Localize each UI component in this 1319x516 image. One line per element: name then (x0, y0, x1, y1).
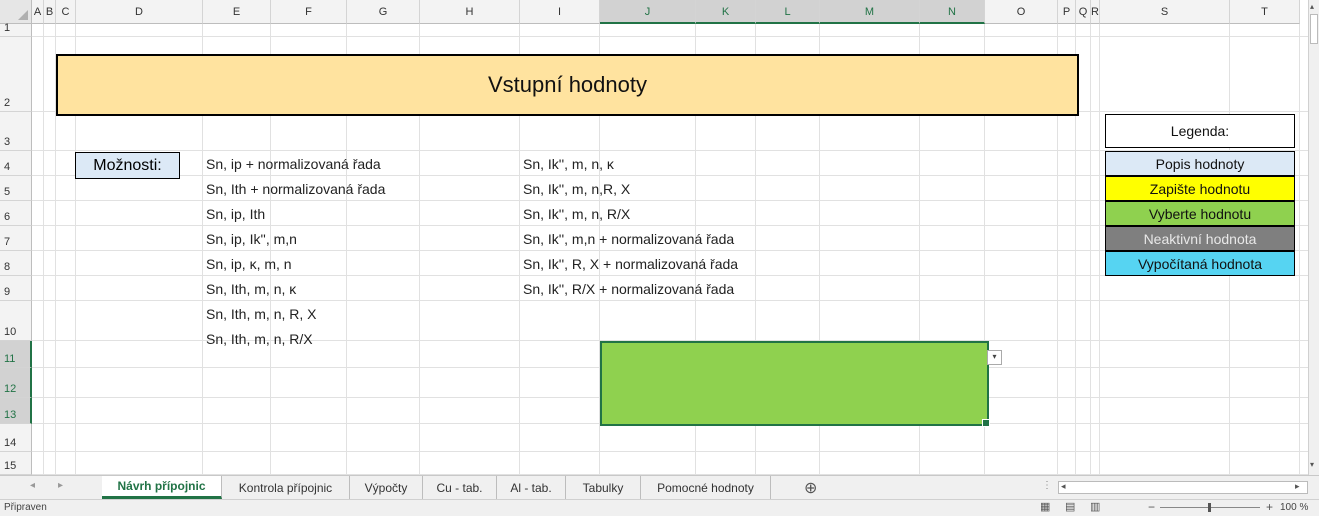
row-header-7[interactable]: 7 (0, 226, 32, 251)
column-header-l[interactable]: L (756, 0, 820, 24)
option-left-4[interactable]: Sn, ip, Ik'', m,n (206, 230, 297, 248)
sheet-tab[interactable]: Cu - tab. (423, 476, 497, 499)
sheet-tab[interactable]: Kontrola přípojnic (222, 476, 350, 499)
normal-view-icon[interactable]: ▦ (1040, 500, 1050, 513)
option-select-cell[interactable] (600, 341, 989, 426)
horizontal-scrollbar[interactable]: ◂ ▸ (1058, 481, 1308, 494)
column-header-s[interactable]: S (1100, 0, 1230, 24)
column-header-c[interactable]: C (56, 0, 76, 24)
row-header-12[interactable]: 12 (0, 368, 32, 398)
column-header-q[interactable]: Q (1076, 0, 1091, 24)
row-header-9[interactable]: 9 (0, 276, 32, 301)
page-break-view-icon[interactable]: ▥ (1090, 500, 1100, 513)
zoom-out-icon[interactable]: − (1148, 500, 1155, 514)
legend-item: Neaktivní hodnota (1105, 226, 1295, 251)
sheet-tab[interactable]: Tabulky (566, 476, 641, 499)
sheet-tab[interactable]: Návrh přípojnic (102, 476, 222, 499)
row-header-11[interactable]: 11 (0, 341, 32, 368)
hscroll-right-icon[interactable]: ▸ (1295, 481, 1300, 492)
column-header-g[interactable]: G (347, 0, 420, 24)
column-header-b[interactable]: B (44, 0, 56, 24)
add-sheet-icon[interactable]: ⊕ (804, 478, 817, 498)
column-header-h[interactable]: H (420, 0, 520, 24)
column-header-n[interactable]: N (920, 0, 985, 24)
sheet-tab[interactable]: Pomocné hodnoty (641, 476, 771, 499)
vscroll-up-icon[interactable]: ▴ (1310, 2, 1314, 11)
gridline-horizontal (32, 36, 1308, 37)
select-all-corner[interactable] (0, 0, 32, 24)
fill-handle[interactable] (982, 419, 990, 427)
sheet-tab-bar: ◂ ▸ Návrh přípojnic Kontrola přípojnic Výp… (0, 475, 1319, 499)
column-header-e[interactable]: E (203, 0, 271, 24)
legend-item: Vypočítaná hodnota (1105, 251, 1295, 276)
row-header-4[interactable]: 4 (0, 151, 32, 176)
option-left-6[interactable]: Sn, Ith, m, n, κ (206, 280, 296, 298)
option-left-2[interactable]: Sn, Ith + normalizovaná řada (206, 180, 385, 198)
vscroll-down-icon[interactable]: ▾ (1310, 460, 1314, 469)
option-left-7[interactable]: Sn, Ith, m, n, R, X (206, 305, 316, 323)
worksheet-grid[interactable]: A B C D E F G H I J K L M N O P Q R S T 1 2 3 4 5 6 7 8 9 10 11 12 13 14 1… (0, 0, 1319, 475)
option-right-6[interactable]: Sn, Ik'', R/X + normalizovaná řada (523, 280, 734, 298)
row-header-13[interactable]: 13 (0, 398, 32, 424)
option-left-1[interactable]: Sn, ip + normalizovaná řada (206, 155, 381, 173)
legend-title: Legenda: (1105, 114, 1295, 148)
moznosti-label: Možnosti: (75, 152, 180, 179)
zoom-slider-thumb[interactable] (1208, 503, 1211, 512)
column-header-j[interactable]: J (600, 0, 696, 24)
column-header-i[interactable]: I (520, 0, 600, 24)
option-right-2[interactable]: Sn, Ik'', m, n,R, X (523, 180, 630, 198)
row-header-5[interactable]: 5 (0, 176, 32, 201)
row-header-14[interactable]: 14 (0, 424, 32, 452)
sheet-tab[interactable]: Al - tab. (497, 476, 566, 499)
legend-item: Popis hodnoty (1105, 151, 1295, 176)
zoom-in-icon[interactable]: + (1266, 500, 1273, 514)
page-layout-view-icon[interactable]: ▤ (1065, 500, 1075, 513)
status-bar: Připraven ▦ ▤ ▥ − + 100 % (0, 499, 1319, 516)
zoom-slider[interactable] (1160, 503, 1260, 512)
column-header-m[interactable]: M (820, 0, 920, 24)
row-header-10[interactable]: 10 (0, 301, 32, 341)
vscroll-thumb[interactable] (1310, 14, 1318, 44)
option-left-5[interactable]: Sn, ip, κ, m, n (206, 255, 292, 273)
option-right-4[interactable]: Sn, Ik'', m,n + normalizovaná řada (523, 230, 734, 248)
title-banner: Vstupní hodnoty (56, 54, 1079, 116)
tab-scroll-right-icon[interactable]: ▸ (58, 480, 63, 491)
legend-item: Vyberte hodnotu (1105, 201, 1295, 226)
gridline-horizontal (32, 451, 1308, 452)
column-header-o[interactable]: O (985, 0, 1058, 24)
row-header-1[interactable]: 1 (0, 22, 32, 37)
option-left-3[interactable]: Sn, ip, Ith (206, 205, 265, 223)
option-right-5[interactable]: Sn, Ik'', R, X + normalizovaná řada (523, 255, 738, 273)
hscroll-split-icon[interactable]: ⋮ (1042, 480, 1052, 491)
row-header-3[interactable]: 3 (0, 112, 32, 151)
option-right-3[interactable]: Sn, Ik'', m, n, R/X (523, 205, 630, 223)
row-header-8[interactable]: 8 (0, 251, 32, 276)
row-header-15[interactable]: 15 (0, 452, 32, 475)
tab-scroll-left-icon[interactable]: ◂ (30, 480, 35, 491)
chevron-down-icon[interactable]: ▾ (987, 350, 1002, 365)
column-header-r[interactable]: R (1091, 0, 1100, 24)
option-right-1[interactable]: Sn, Ik'', m, n, κ (523, 155, 614, 173)
column-header-p[interactable]: P (1058, 0, 1076, 24)
column-header-k[interactable]: K (696, 0, 756, 24)
column-header-a[interactable]: A (32, 0, 44, 24)
legend-item: Zapište hodnotu (1105, 176, 1295, 201)
gridline-horizontal (32, 300, 1308, 301)
sheet-tab[interactable]: Výpočty (350, 476, 423, 499)
zoom-level[interactable]: 100 % (1280, 502, 1308, 513)
column-header-f[interactable]: F (271, 0, 347, 24)
column-header-t[interactable]: T (1230, 0, 1300, 24)
row-header-2[interactable]: 2 (0, 37, 32, 112)
row-header-6[interactable]: 6 (0, 201, 32, 226)
option-left-8[interactable]: Sn, Ith, m, n, R/X (206, 330, 313, 348)
vertical-scrollbar[interactable]: ▴ ▾ (1308, 0, 1319, 475)
status-text: Připraven (4, 502, 47, 513)
hscroll-left-icon[interactable]: ◂ (1061, 481, 1066, 492)
column-header-d[interactable]: D (76, 0, 203, 24)
